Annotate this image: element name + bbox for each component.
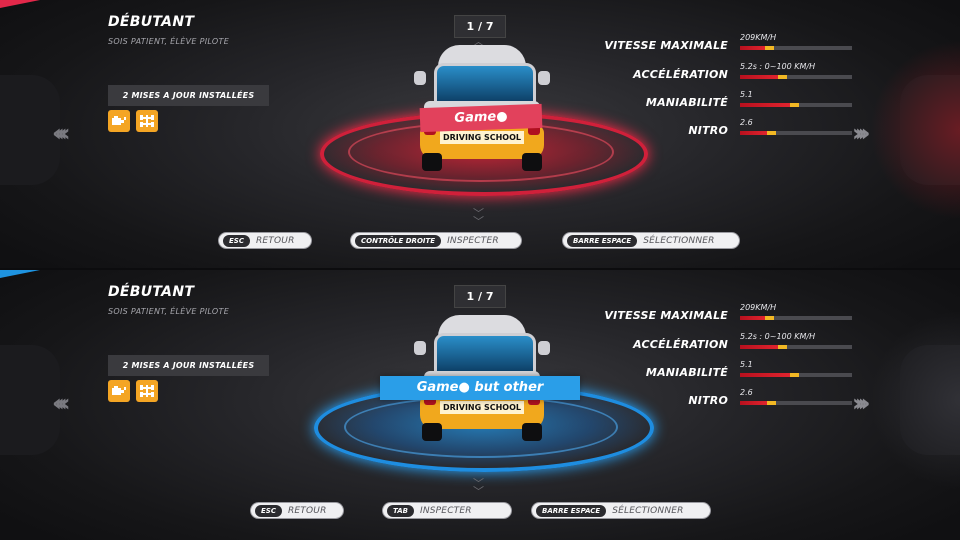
stat-nitro-label: NITRO (688, 394, 728, 407)
stat-fill (740, 131, 767, 135)
engine-upgrade-icon (108, 110, 130, 132)
stat-nitro-bar (740, 401, 852, 405)
stat-top-speed-value: 209KM/H (740, 303, 777, 312)
action-label: SÉLECTIONNER (643, 235, 715, 246)
stat-fill (740, 103, 790, 107)
stat-fill (740, 401, 767, 405)
stat-upgrade-tip (790, 103, 799, 107)
chevron-left-icon[interactable]: ‹‹‹‹ (52, 121, 70, 145)
stat-handling-value: 5.1 (740, 360, 753, 369)
stat-fill (740, 316, 765, 320)
stat-acceleration-bar (740, 75, 852, 79)
car-wheel (522, 423, 542, 441)
upgrades-installed-label: 2 MISES A JOUR INSTALLÉES (108, 355, 269, 376)
chassis-upgrade-icon (136, 110, 158, 132)
stat-upgrade-tip (767, 401, 776, 405)
stat-upgrade-tip (765, 46, 774, 50)
car-plate-text: DRIVING SCHOOL (440, 131, 524, 144)
background-glow (870, 40, 960, 220)
stat-acceleration-label: ACCÉLÉRATION (633, 338, 728, 351)
car-wheel (422, 423, 442, 441)
car-name-label: Game● (419, 103, 543, 133)
chevron-right-icon[interactable]: ›››› (852, 121, 870, 145)
stat-fill (740, 373, 790, 377)
stat-handling-label: MANIABILITÉ (645, 366, 728, 379)
background-glow (870, 310, 960, 490)
previous-car-preview (0, 75, 60, 185)
stat-top-speed-bar (740, 46, 852, 50)
car-class-subtitle: SOIS PATIENT, ÉLÈVE PILOTE (108, 307, 230, 316)
stat-upgrade-tip (778, 345, 787, 349)
stat-fill (740, 75, 778, 79)
stat-acceleration-value: 5.2s : 0~100 KM/H (740, 332, 816, 341)
action-label: RETOUR (287, 505, 327, 516)
key-hint: ESC (223, 234, 250, 247)
car-rear-window (434, 333, 536, 375)
stat-top-speed-value: 209KM/H (740, 33, 777, 42)
stat-nitro-value: 2.6 (740, 388, 753, 397)
select-button[interactable]: BARRE ESPACE SÉLECTIONNER (531, 502, 711, 519)
action-label: RETOUR (255, 235, 295, 246)
key-hint: ESC (255, 504, 282, 517)
key-hint: BARRE ESPACE (536, 504, 607, 517)
stat-upgrade-tip (778, 75, 787, 79)
accent-corner (0, 270, 40, 278)
stat-handling-bar (740, 373, 852, 377)
car-rear-window (434, 63, 536, 105)
stat-nitro-value: 2.6 (740, 118, 753, 127)
inspect-button[interactable]: CONTRÔLE DROITE INSPECTER (350, 232, 522, 249)
car-name-label: Game● but other (380, 376, 580, 400)
car-wheel (522, 153, 542, 171)
car-plate-text: DRIVING SCHOOL (440, 401, 524, 414)
car-mirror (414, 71, 426, 85)
chevron-right-icon[interactable]: ›››› (852, 391, 870, 415)
key-hint: BARRE ESPACE (567, 234, 638, 247)
key-hint: TAB (387, 504, 414, 517)
stat-top-speed-bar (740, 316, 852, 320)
stat-acceleration-label: ACCÉLÉRATION (633, 68, 728, 81)
back-button[interactable]: ESC RETOUR (250, 502, 344, 519)
key-hint: CONTRÔLE DROITE (355, 234, 442, 247)
back-button[interactable]: ESC RETOUR (218, 232, 312, 249)
chevron-left-icon[interactable]: ‹‹‹‹ (52, 391, 70, 415)
stat-handling-label: MANIABILITÉ (645, 96, 728, 109)
select-button[interactable]: BARRE ESPACE SÉLECTIONNER (562, 232, 740, 249)
stat-top-speed-label: VITESSE MAXIMALE (604, 39, 728, 52)
stat-nitro-bar (740, 131, 852, 135)
car-mirror (538, 341, 550, 355)
stat-top-speed-label: VITESSE MAXIMALE (604, 309, 728, 322)
car-mirror (414, 341, 426, 355)
stat-fill (740, 345, 778, 349)
stat-acceleration-value: 5.2s : 0~100 KM/H (740, 62, 816, 71)
inspect-button[interactable]: TAB INSPECTER (382, 502, 512, 519)
chevron-down-icon[interactable]: ﹀ ﹀ (473, 208, 484, 227)
previous-car-preview (0, 345, 60, 455)
car-class-title: DÉBUTANT (108, 14, 195, 30)
chassis-upgrade-icon (136, 380, 158, 402)
car-class-subtitle: SOIS PATIENT, ÉLÈVE PILOTE (108, 37, 230, 46)
stat-upgrade-tip (767, 131, 776, 135)
stat-upgrade-tip (765, 316, 774, 320)
bottom-car-select-panel: DÉBUTANT SOIS PATIENT, ÉLÈVE PILOTE 2 MI… (0, 270, 960, 540)
upgrades-installed-label: 2 MISES A JOUR INSTALLÉES (108, 85, 269, 106)
car-counter: 1 / 7 (454, 285, 506, 308)
stat-acceleration-bar (740, 345, 852, 349)
stat-handling-value: 5.1 (740, 90, 753, 99)
stat-nitro-label: NITRO (688, 124, 728, 137)
action-label: INSPECTER (419, 505, 472, 516)
top-car-select-panel: DÉBUTANT SOIS PATIENT, ÉLÈVE PILOTE 2 MI… (0, 0, 960, 270)
car-class-title: DÉBUTANT (108, 284, 195, 300)
car-mirror (538, 71, 550, 85)
action-label: INSPECTER (447, 235, 499, 246)
car-wheel (422, 153, 442, 171)
engine-upgrade-icon (108, 380, 130, 402)
chevron-down-icon[interactable]: ﹀ ﹀ (473, 478, 484, 497)
action-label: SÉLECTIONNER (612, 505, 684, 516)
accent-corner (0, 0, 40, 8)
stat-upgrade-tip (790, 373, 799, 377)
stat-handling-bar (740, 103, 852, 107)
stat-fill (740, 46, 765, 50)
